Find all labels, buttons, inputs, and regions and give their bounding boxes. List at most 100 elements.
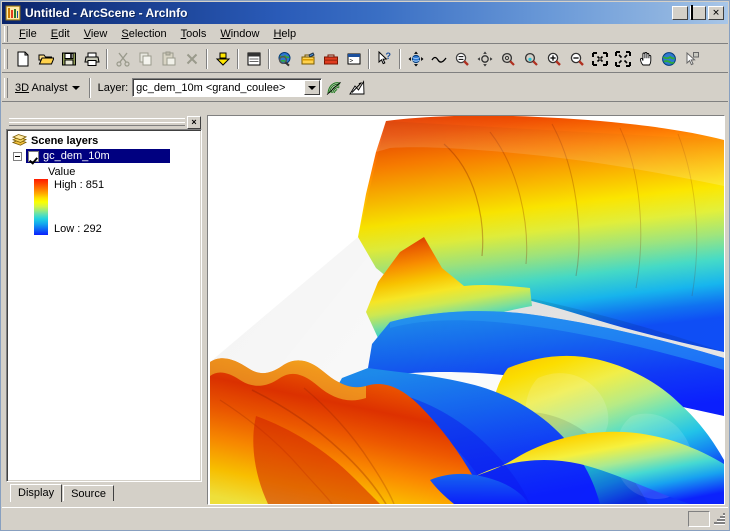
command-window-icon: >_ xyxy=(347,53,360,64)
layer-visibility-checkbox[interactable] xyxy=(28,150,39,162)
fly-button[interactable] xyxy=(427,48,450,70)
menu-bar-grip[interactable] xyxy=(4,25,8,42)
collapse-expander-icon[interactable] xyxy=(13,151,22,161)
menu-window[interactable]: Window xyxy=(213,26,266,42)
window-title: Untitled - ArcScene - ArcInfo xyxy=(25,6,188,20)
show-toolbox-button[interactable] xyxy=(296,48,319,70)
toolbar-separator-1 xyxy=(106,48,108,69)
layer-selected-row[interactable]: gc_dem_10m xyxy=(26,149,170,163)
layer-combo[interactable]: gc_dem_10m <grand_coulee> xyxy=(132,78,323,97)
set-observer-icon xyxy=(524,52,538,66)
zoom-to-target-button[interactable] xyxy=(496,48,519,70)
copy-icon xyxy=(139,52,151,65)
menu-view[interactable]: View xyxy=(77,26,115,42)
arcscene-icon xyxy=(5,5,21,21)
three-d-analyst-toolbar: 3D Analyst Layer: gc_dem_10m <grand_coul… xyxy=(2,74,728,102)
arrow-question-icon: ? xyxy=(378,50,391,64)
minimize-button[interactable] xyxy=(672,6,688,20)
menu-file[interactable]: File xyxy=(12,26,44,42)
status-pane xyxy=(688,510,710,527)
zoom-out-icon xyxy=(570,52,584,66)
ramp-labels: High : 851 Low : 292 xyxy=(54,179,104,235)
delete-button xyxy=(180,48,203,70)
menu-tools[interactable]: Tools xyxy=(174,26,214,42)
print-button[interactable] xyxy=(80,48,103,70)
layer-item-gc-dem-10m[interactable]: gc_dem_10m xyxy=(10,149,199,163)
add-data-icon xyxy=(215,52,230,66)
select-arrow-icon xyxy=(686,51,699,65)
hand-pan-icon xyxy=(639,51,651,65)
globe-extent-icon xyxy=(661,51,676,66)
layer-combo-dropdown-button[interactable] xyxy=(304,80,321,95)
toc-close-button[interactable]: × xyxy=(187,115,201,129)
zoom-target-icon xyxy=(501,52,515,66)
table-of-contents-panel: × Scene layers gc_dem_10m Value High: 8… xyxy=(6,115,202,505)
maximize-button[interactable] xyxy=(690,5,706,20)
tab-display-label: Display xyxy=(18,487,55,499)
3d-scene-view[interactable] xyxy=(207,115,725,505)
layer-combo-label: Layer: xyxy=(97,81,129,94)
three-d-separator-1 xyxy=(88,77,91,98)
layer-name-label: gc_dem_10m xyxy=(43,150,110,162)
resize-grip[interactable] xyxy=(712,512,726,526)
command-line-button[interactable]: >_ xyxy=(342,48,365,70)
toc-title-bar: × xyxy=(6,115,202,129)
layers-stack-icon xyxy=(12,134,27,146)
line-of-sight-icon xyxy=(348,79,365,94)
title-bar: Untitled - ArcScene - ArcInfo ✕ xyxy=(2,2,728,24)
dem-surface-render xyxy=(208,116,724,504)
model-builder-button[interactable] xyxy=(319,48,342,70)
menu-bar: File Edit View Selection Tools Window He… xyxy=(2,24,728,44)
toolbar-separator-6 xyxy=(399,48,401,69)
zoom-out-button[interactable] xyxy=(565,48,588,70)
menu-edit[interactable]: Edit xyxy=(44,26,77,42)
close-icon: × xyxy=(191,116,197,127)
close-button[interactable]: ✕ xyxy=(708,6,724,20)
menu-selection[interactable]: Selection xyxy=(114,26,173,42)
center-on-target-button[interactable] xyxy=(473,48,496,70)
standard-toolbar-grip[interactable] xyxy=(4,48,8,69)
chevron-down-icon xyxy=(71,85,80,90)
zoom-in-out-button[interactable] xyxy=(450,48,473,70)
pan-button[interactable] xyxy=(634,48,657,70)
whats-this-button[interactable]: ? xyxy=(373,48,396,70)
svg-text:>_: >_ xyxy=(349,57,357,64)
new-document-button[interactable] xyxy=(11,48,34,70)
elevation-color-ramp xyxy=(34,179,48,235)
save-disk-icon xyxy=(61,52,76,65)
toolbox-icon xyxy=(301,51,315,64)
set-observer-button[interactable] xyxy=(519,48,542,70)
navigate-button[interactable] xyxy=(404,48,427,70)
zoom-in-button[interactable] xyxy=(542,48,565,70)
zoom-to-selection-button[interactable] xyxy=(588,48,611,70)
layer-combo-value: gc_dem_10m <grand_coulee> xyxy=(136,81,286,94)
fly-path-icon xyxy=(430,56,447,63)
printer-icon xyxy=(83,52,100,66)
line-of-sight-tool-button[interactable] xyxy=(345,77,368,99)
arctoolbox-button[interactable] xyxy=(273,48,296,70)
save-button[interactable] xyxy=(57,48,80,70)
full-extent-globe-button[interactable] xyxy=(657,48,680,70)
legend-field-label: Value xyxy=(48,166,76,178)
toc-drag-handle[interactable] xyxy=(9,118,185,126)
zoom-in-out-icon xyxy=(455,52,469,66)
arcscene-window: Untitled - ArcScene - ArcInfo ✕ File Edi… xyxy=(0,0,730,531)
open-button[interactable] xyxy=(34,48,57,70)
three-d-analyst-menu-label: 3D Analyst xyxy=(15,81,68,94)
ramp-low-label: Low : 292 xyxy=(54,223,102,235)
menu-help[interactable]: Help xyxy=(266,26,303,42)
tab-source[interactable]: Source xyxy=(63,485,114,501)
toc-toggle-button[interactable] xyxy=(242,48,265,70)
paste-button xyxy=(157,48,180,70)
full-extent-button[interactable] xyxy=(611,48,634,70)
contour-tool-button[interactable] xyxy=(322,77,345,99)
toolbar-separator-2 xyxy=(206,48,208,69)
three-d-analyst-menu-button[interactable]: 3D Analyst xyxy=(11,81,86,95)
scene-layers-header: Scene layers xyxy=(10,134,199,147)
three-d-analyst-toolbar-grip[interactable] xyxy=(4,77,8,98)
add-data-button[interactable] xyxy=(211,48,234,70)
select-features-button[interactable] xyxy=(680,48,703,70)
toc-tree[interactable]: Scene layers gc_dem_10m Value High : 851… xyxy=(6,129,202,482)
delete-x-icon xyxy=(186,53,197,64)
tab-display[interactable]: Display xyxy=(10,484,63,502)
